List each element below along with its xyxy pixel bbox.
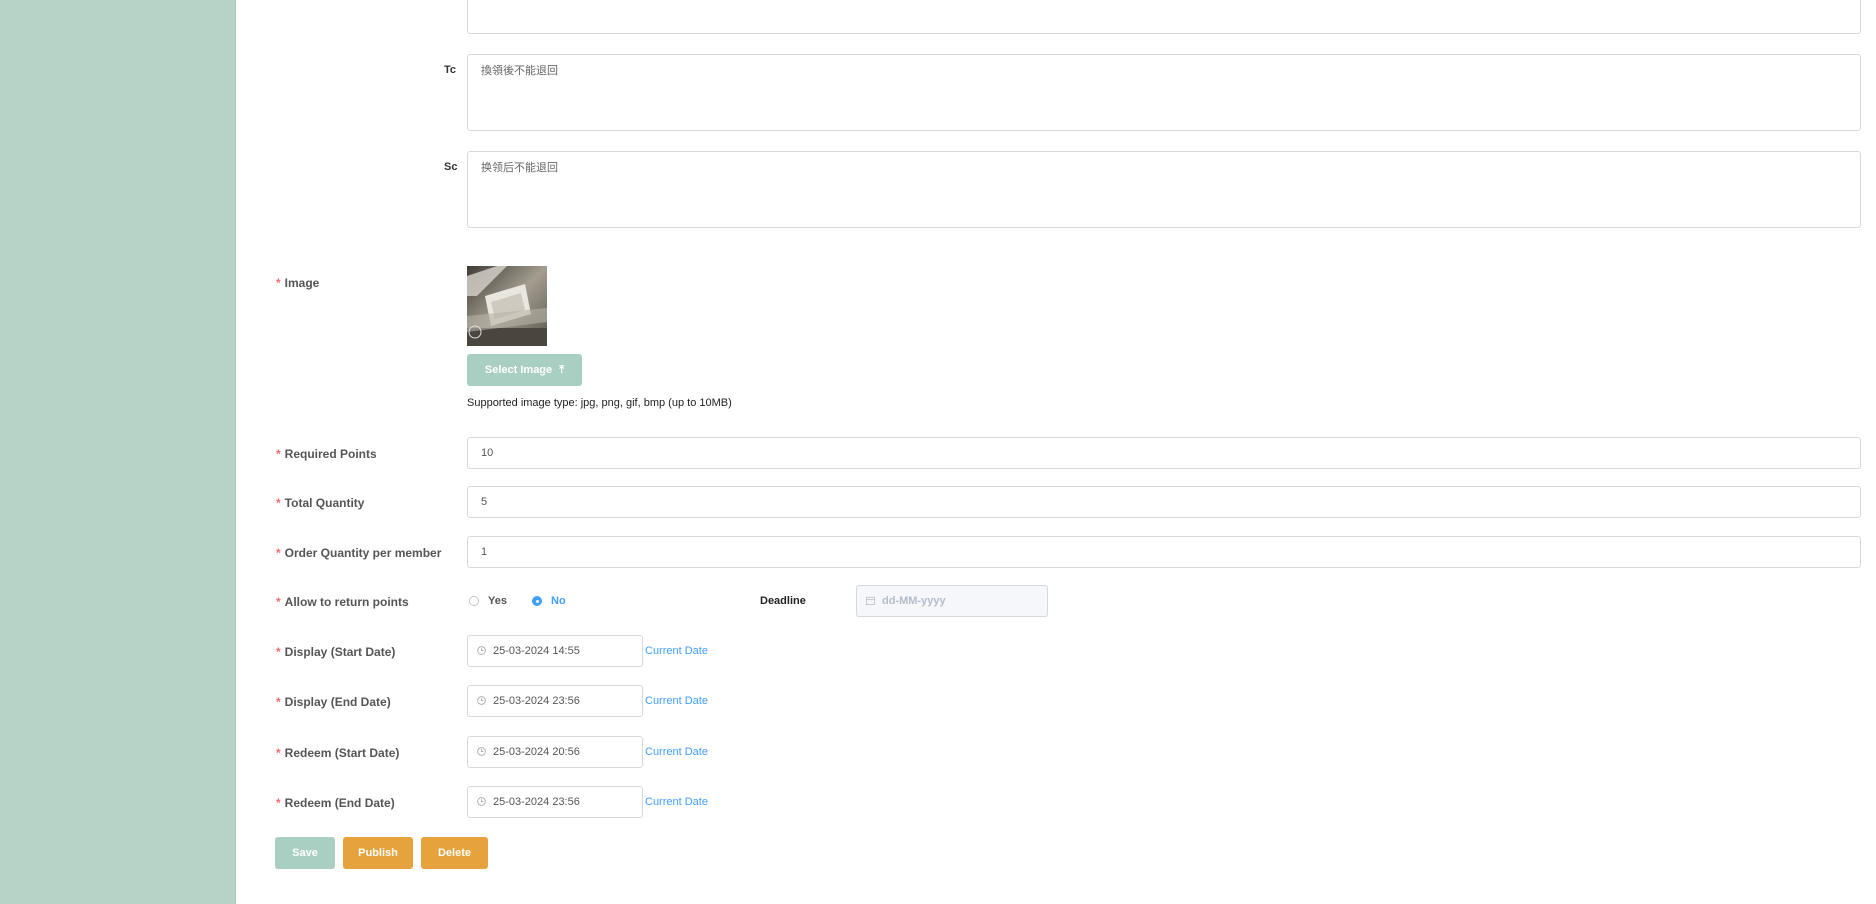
deadline-placeholder: dd-MM-yyyy — [882, 595, 946, 607]
required-mark: * — [276, 546, 281, 560]
display-start-input[interactable]: 25-03-2024 14:55 — [467, 635, 643, 667]
tc-label: Tc — [444, 64, 457, 76]
upload-icon: ⤒ — [559, 364, 565, 376]
main-form: Tc 換領後不能退回 Sc 换领后不能退回 * Image Select Ima… — [236, 0, 1876, 904]
total-quantity-label: * Total Quantity — [276, 496, 365, 510]
delete-button[interactable]: Delete — [421, 837, 488, 869]
required-mark: * — [276, 276, 281, 290]
tc-text: 換領後不能退回 — [481, 64, 558, 77]
redeem-start-value: 25-03-2024 20:56 — [493, 746, 580, 758]
sc-label: Sc — [444, 161, 458, 173]
required-mark: * — [276, 746, 281, 760]
tc-textarea[interactable]: 換領後不能退回 — [467, 54, 1861, 131]
publish-button[interactable]: Publish — [343, 837, 413, 869]
save-button[interactable]: Save — [275, 837, 335, 869]
order-quantity-input[interactable]: 1 — [467, 536, 1861, 568]
display-end-value: 25-03-2024 23:56 — [493, 695, 580, 707]
redeem-end-label: * Redeem (End Date) — [276, 796, 395, 810]
image-type-hint: Supported image type: jpg, png, gif, bmp… — [467, 397, 732, 409]
image-thumbnail[interactable] — [467, 266, 547, 346]
display-start-label: * Display (Start Date) — [276, 645, 396, 659]
required-mark: * — [276, 595, 281, 609]
return-points-no-radio[interactable] — [532, 596, 542, 606]
required-mark: * — [276, 695, 281, 709]
display-end-input[interactable]: 25-03-2024 23:56 — [467, 685, 643, 717]
return-points-no-label[interactable]: No — [551, 595, 566, 607]
redeem-end-current-date-link[interactable]: Current Date — [645, 796, 708, 808]
display-end-current-date-link[interactable]: Current Date — [645, 695, 708, 707]
return-points-yes-label[interactable]: Yes — [488, 595, 507, 607]
display-start-value: 25-03-2024 14:55 — [493, 645, 580, 657]
required-points-label: * Required Points — [276, 447, 377, 461]
redeem-start-current-date-link[interactable]: Current Date — [645, 746, 708, 758]
select-image-button[interactable]: Select Image ⤒ — [467, 354, 582, 386]
required-mark: * — [276, 447, 281, 461]
required-mark: * — [276, 496, 281, 510]
redeem-end-value: 25-03-2024 23:56 — [493, 796, 580, 808]
calendar-icon — [866, 596, 875, 605]
order-quantity-label: * Order Quantity per member — [276, 546, 442, 560]
deadline-label: Deadline — [760, 595, 806, 607]
required-mark: * — [276, 796, 281, 810]
clock-icon — [477, 747, 486, 756]
sidebar — [0, 0, 236, 904]
display-start-current-date-link[interactable]: Current Date — [645, 645, 708, 657]
redeem-end-input[interactable]: 25-03-2024 23:56 — [467, 786, 643, 818]
redeem-start-label: * Redeem (Start Date) — [276, 746, 400, 760]
clock-icon — [477, 696, 486, 705]
previous-textarea[interactable] — [467, 0, 1861, 34]
sc-text: 换领后不能退回 — [481, 161, 558, 174]
total-quantity-input[interactable]: 5 — [467, 486, 1861, 518]
display-end-label: * Display (End Date) — [276, 695, 391, 709]
clock-icon — [477, 797, 486, 806]
deadline-input: dd-MM-yyyy — [856, 585, 1048, 617]
sc-textarea[interactable]: 换领后不能退回 — [467, 151, 1861, 228]
redeem-start-input[interactable]: 25-03-2024 20:56 — [467, 736, 643, 768]
return-points-yes-radio[interactable] — [469, 596, 479, 606]
thumbnail-photo — [467, 266, 547, 346]
clock-icon — [477, 646, 486, 655]
return-points-label: * Allow to return points — [276, 595, 409, 609]
required-mark: * — [276, 645, 281, 659]
required-points-input[interactable]: 10 — [467, 437, 1861, 469]
image-label: * Image — [276, 276, 320, 290]
